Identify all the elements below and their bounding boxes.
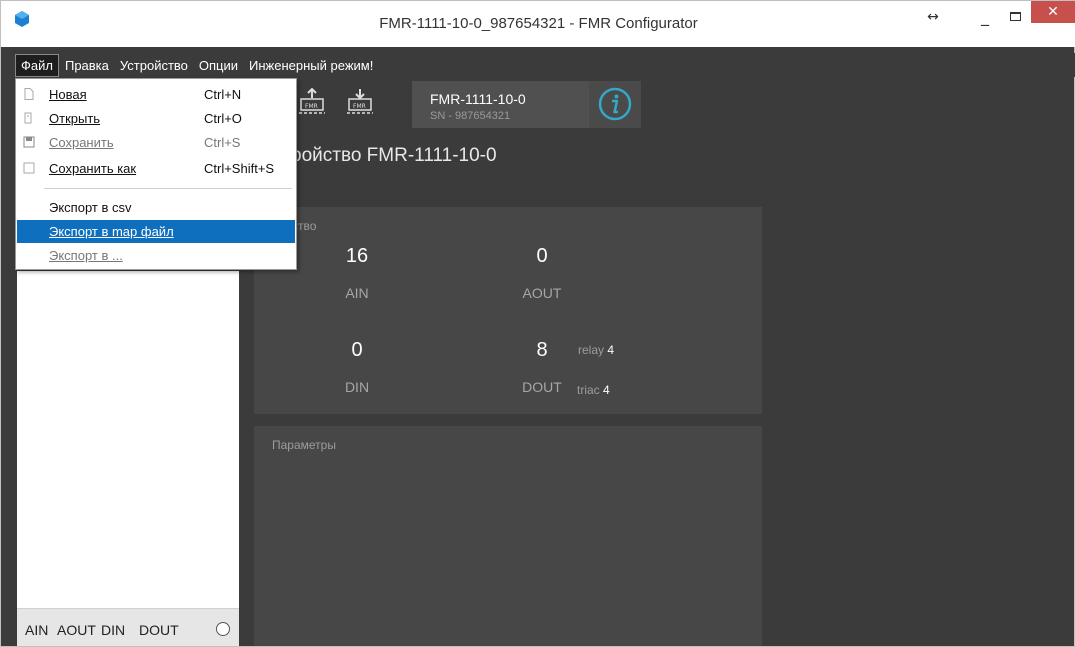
menu-item-new[interactable]: Новая Ctrl+N bbox=[17, 83, 295, 106]
download-from-device-icon[interactable]: FMR bbox=[345, 87, 375, 115]
menu-item-label: Экспорт в ... bbox=[49, 248, 123, 263]
menu-item-shortcut: Ctrl+O bbox=[204, 111, 242, 126]
new-file-icon bbox=[24, 88, 34, 100]
dout-count: 8 bbox=[536, 339, 548, 361]
info-icon bbox=[598, 87, 632, 121]
title-bar: FMR-1111-10-0_987654321 - FMR Configurat… bbox=[1, 1, 1075, 47]
filter-dout[interactable]: DOUT bbox=[139, 622, 179, 638]
filter-din[interactable]: DIN bbox=[101, 622, 125, 638]
device-panel: ройство 16 AIN 0 AOUT 0 DIN 8 DOUT relay… bbox=[254, 207, 762, 414]
menu-item-label: Сохранить bbox=[49, 135, 114, 150]
menu-item-label: Открыть bbox=[49, 111, 101, 126]
menu-item-export-other[interactable]: Экспорт в ... bbox=[17, 244, 295, 267]
upload-to-device-icon[interactable]: FMR bbox=[297, 87, 327, 115]
aout-count: 0 bbox=[536, 245, 548, 267]
dout-label: DOUT bbox=[522, 379, 562, 395]
toolbar-device-name: FMR-1111-10-0 bbox=[430, 91, 526, 107]
menu-item-save[interactable]: Сохранить Ctrl+S bbox=[17, 131, 295, 154]
triac-value: 4 bbox=[603, 383, 610, 397]
din-label: DIN bbox=[344, 379, 370, 395]
menu-separator bbox=[44, 188, 292, 189]
save-as-icon bbox=[23, 162, 35, 174]
maximize-button[interactable] bbox=[1001, 1, 1029, 31]
menu-edit[interactable]: Правка bbox=[60, 55, 114, 76]
file-menu-dropdown: Новая Ctrl+N Открыть Ctrl+O Сохранить Ct… bbox=[15, 78, 297, 270]
toolbar-fmr-label: FMR bbox=[305, 103, 318, 110]
triac-label: triac bbox=[577, 383, 600, 397]
menu-item-shortcut: Ctrl+N bbox=[204, 87, 242, 102]
relay-value: 4 bbox=[607, 343, 615, 357]
window-title: FMR-1111-10-0_987654321 - FMR Configurat… bbox=[379, 15, 698, 32]
toolbar-serial-number: SN - 987654321 bbox=[430, 110, 511, 122]
menu-item-save-as[interactable]: Сохранить как Ctrl+Shift+S bbox=[17, 157, 295, 180]
filter-radio[interactable] bbox=[216, 622, 230, 636]
info-button[interactable] bbox=[589, 81, 641, 128]
menu-file[interactable]: Файл bbox=[15, 53, 59, 77]
menu-item-label: Экспорт в csv bbox=[49, 200, 132, 215]
relay-label: relay bbox=[578, 343, 605, 357]
aout-label: AOUT bbox=[522, 285, 562, 301]
ain-count: 16 bbox=[345, 245, 369, 267]
parameters-label: Параметры bbox=[272, 438, 336, 452]
menu-options[interactable]: Опции bbox=[194, 55, 243, 76]
save-icon bbox=[23, 136, 35, 148]
device-info-box: FMR-1111-10-0 SN - 987654321 bbox=[412, 81, 617, 128]
device-heading: ройство FMR-1111-10-0 bbox=[291, 145, 497, 166]
close-button[interactable]: ✕ bbox=[1031, 1, 1075, 23]
maximize-icon bbox=[1009, 11, 1021, 21]
menu-item-label: Сохранить как bbox=[49, 161, 137, 176]
channel-filter-bar: AIN AOUT DIN DOUT bbox=[17, 608, 239, 646]
menu-item-shortcut: Ctrl+S bbox=[204, 135, 241, 150]
menu-item-shortcut: Ctrl+Shift+S bbox=[204, 161, 275, 176]
ain-label: AIN bbox=[345, 285, 369, 301]
minimize-button[interactable]: _ bbox=[971, 1, 999, 31]
triac-count: triac 4 bbox=[577, 383, 610, 397]
app-window: FMR-1111-10-0_987654321 - FMR Configurat… bbox=[0, 0, 1075, 647]
filter-ain[interactable]: AIN bbox=[25, 622, 48, 638]
menu-engineering-mode[interactable]: Инженерный режим! bbox=[244, 55, 378, 76]
open-file-icon bbox=[24, 112, 32, 124]
toolbar: FMR FMR FMR-1111-10-0 SN - 987654321 bbox=[263, 79, 663, 131]
resize-icon[interactable]: ↔ bbox=[915, 7, 951, 27]
menu-device[interactable]: Устройство bbox=[115, 55, 193, 76]
toolbar-fmr-label: FMR bbox=[353, 103, 366, 110]
menu-bar: Файл Правка Устройство Опции Инженерный … bbox=[1, 53, 1075, 77]
relay-count: relay 4 bbox=[578, 343, 614, 357]
channel-list-panel bbox=[17, 271, 239, 608]
menu-item-open[interactable]: Открыть Ctrl+O bbox=[17, 107, 295, 130]
menu-item-label: Экспорт в map файл bbox=[49, 224, 174, 239]
menu-item-export-map[interactable]: Экспорт в map файл bbox=[17, 220, 295, 243]
din-count: 0 bbox=[351, 339, 363, 361]
menu-item-export-csv[interactable]: Экспорт в csv bbox=[17, 196, 295, 219]
menu-item-label: Новая bbox=[49, 87, 87, 102]
filter-aout[interactable]: AOUT bbox=[57, 622, 96, 638]
parameters-panel: Параметры bbox=[254, 426, 762, 646]
